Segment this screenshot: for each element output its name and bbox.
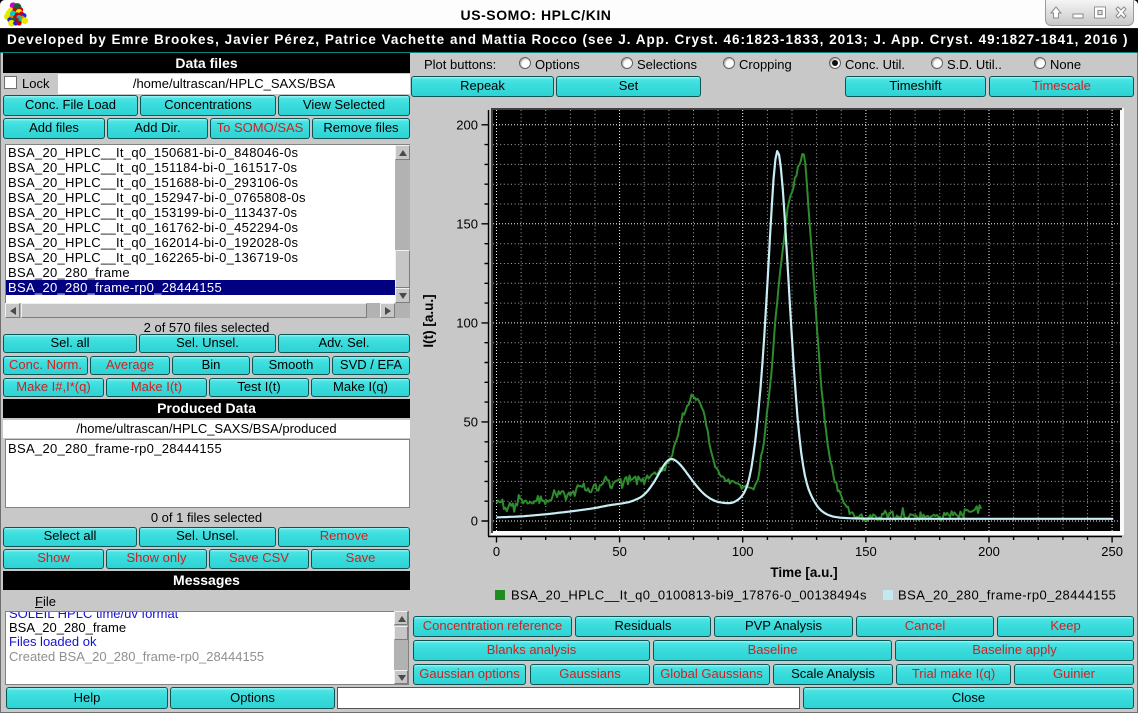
svg-text:50: 50 bbox=[612, 544, 626, 559]
svg-text:Time [a.u.]: Time [a.u.] bbox=[770, 565, 837, 580]
svg-text:200: 200 bbox=[978, 544, 1000, 559]
svg-text:BSA_20_280_frame-rp0_28444155: BSA_20_280_frame-rp0_28444155 bbox=[898, 588, 1116, 603]
svg-text:0: 0 bbox=[471, 514, 478, 529]
svg-text:0: 0 bbox=[493, 544, 500, 559]
svg-text:250: 250 bbox=[1101, 544, 1123, 559]
svg-text:50: 50 bbox=[464, 414, 478, 429]
svg-text:150: 150 bbox=[456, 216, 478, 231]
svg-text:200: 200 bbox=[456, 117, 478, 132]
svg-text:BSA_20_HPLC__It_q0_0100813-bi9: BSA_20_HPLC__It_q0_0100813-bi9_17876-0_0… bbox=[511, 588, 867, 603]
svg-text:150: 150 bbox=[855, 544, 877, 559]
svg-text:100: 100 bbox=[456, 315, 478, 330]
svg-text:100: 100 bbox=[732, 544, 754, 559]
svg-text:I(t) [a.u.]: I(t) [a.u.] bbox=[421, 294, 436, 347]
